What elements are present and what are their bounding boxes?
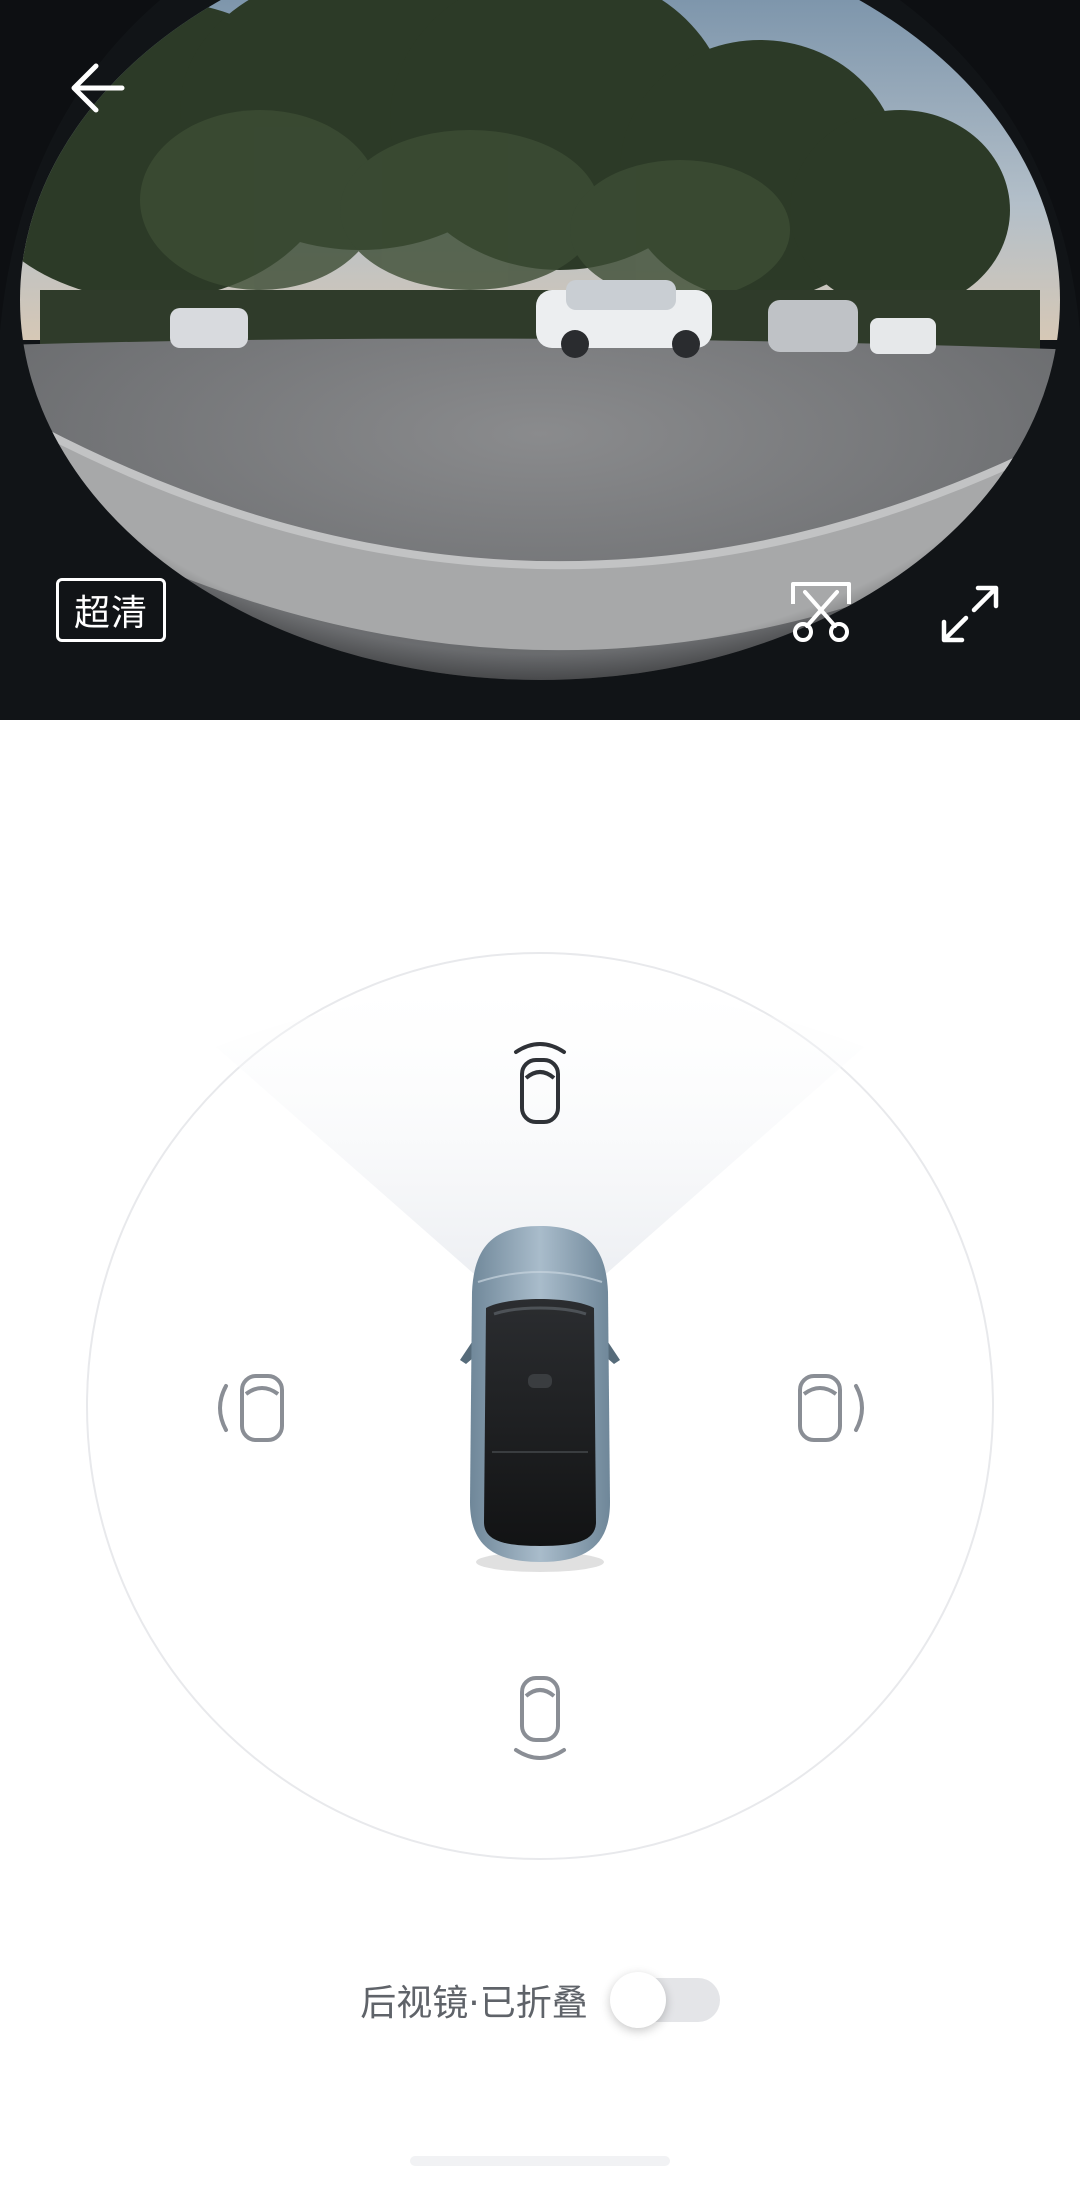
scissors-icon <box>791 582 851 642</box>
vehicle-top-view <box>460 1226 620 1572</box>
front-camera-button[interactable] <box>500 1038 580 1130</box>
fullscreen-button[interactable] <box>930 574 1010 654</box>
camera-feed: 超清 <box>0 0 1080 720</box>
home-indicator <box>410 2156 670 2166</box>
mirror-fold-row: 后视镜·已折叠 <box>0 1970 1080 2030</box>
quality-label: 超清 <box>73 593 148 634</box>
right-camera-button[interactable] <box>784 1368 868 1448</box>
arrow-left-icon <box>71 63 125 113</box>
snapshot-button[interactable] <box>780 574 862 650</box>
car-left-camera-icon <box>218 1374 284 1442</box>
mirror-status-label: 后视镜·已折叠 <box>360 1983 588 2024</box>
car-rear-camera-icon <box>514 1676 566 1760</box>
expand-icon <box>941 585 999 643</box>
left-camera-button[interactable] <box>214 1368 298 1448</box>
rear-camera-button[interactable] <box>500 1672 580 1764</box>
back-button[interactable] <box>52 42 144 134</box>
mirror-fold-toggle[interactable] <box>609 1972 720 2028</box>
toggle-knob <box>609 1972 666 2028</box>
quality-button[interactable]: 超清 <box>56 578 166 642</box>
car-right-camera-icon <box>798 1374 864 1442</box>
car-front-camera-icon <box>514 1042 566 1124</box>
